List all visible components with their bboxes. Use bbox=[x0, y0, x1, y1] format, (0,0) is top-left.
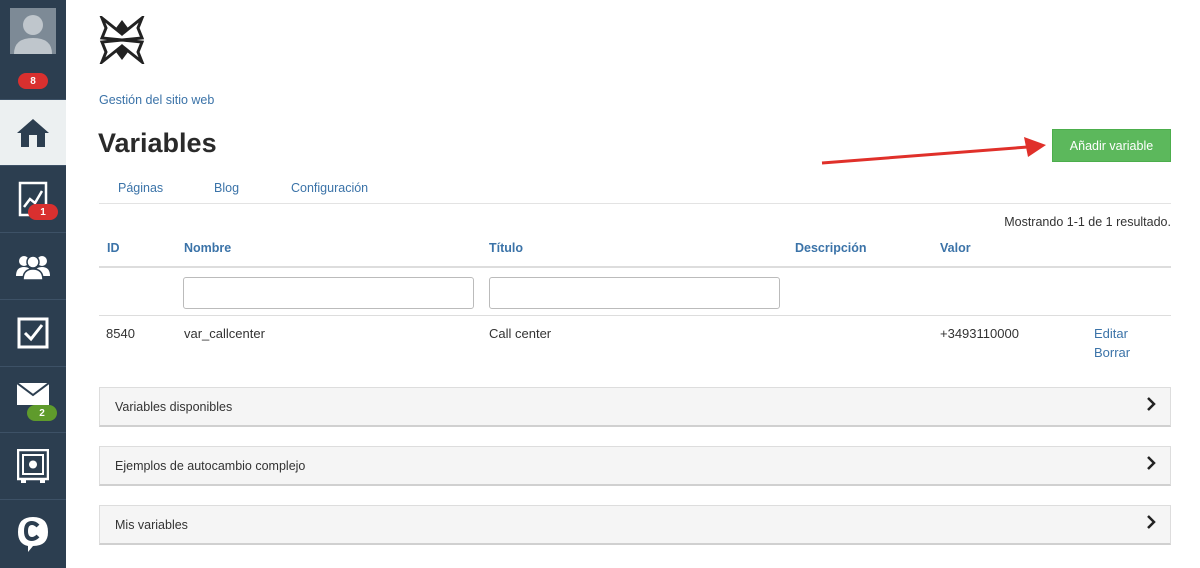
edit-link[interactable]: Editar bbox=[1094, 326, 1128, 341]
titulo-filter-input[interactable] bbox=[489, 277, 780, 309]
checkbox-icon bbox=[17, 317, 49, 349]
header-id[interactable]: ID bbox=[107, 241, 120, 255]
results-summary: Mostrando 1-1 de 1 resultado. bbox=[1004, 215, 1171, 229]
table-header: ID Nombre Título Descripción Valor bbox=[99, 232, 1171, 268]
sidebar-item-reports[interactable]: 1 bbox=[0, 166, 66, 233]
cell-nombre: var_callcenter bbox=[184, 326, 265, 341]
cell-titulo: Call center bbox=[489, 326, 552, 341]
user-avatar-icon bbox=[10, 8, 56, 54]
chat-logo-icon bbox=[18, 517, 48, 552]
brand-logo bbox=[99, 16, 145, 64]
add-variable-button[interactable]: Añadir variable bbox=[1052, 129, 1171, 162]
sidebar-item-tasks[interactable] bbox=[0, 300, 66, 367]
sidebar-item-chat[interactable] bbox=[0, 500, 66, 568]
chevron-right-icon bbox=[1147, 515, 1156, 529]
chevron-right-icon bbox=[1147, 397, 1156, 411]
notification-badge: 8 bbox=[18, 73, 48, 89]
panel-available-variables[interactable]: Variables disponibles bbox=[99, 387, 1171, 427]
tab-bar: Páginas Blog Configuración bbox=[99, 180, 1171, 204]
sidebar: 8 1 2 bbox=[0, 0, 66, 568]
breadcrumb[interactable]: Gestión del sitio web bbox=[99, 93, 214, 107]
panel-label: Mis variables bbox=[115, 518, 188, 532]
variables-table: ID Nombre Título Descripción Valor 8540 … bbox=[99, 232, 1171, 371]
tab-settings[interactable]: Configuración bbox=[291, 181, 368, 195]
sidebar-profile[interactable]: 8 bbox=[0, 0, 66, 100]
main-content: Gestión del sitio web Variables Añadir v… bbox=[66, 0, 1200, 568]
safe-icon bbox=[17, 449, 49, 483]
sidebar-item-home[interactable] bbox=[0, 100, 66, 166]
panel-autochange-examples[interactable]: Ejemplos de autocambio complejo bbox=[99, 446, 1171, 486]
mail-icon bbox=[17, 382, 49, 405]
mail-badge: 2 bbox=[27, 405, 57, 421]
cell-id: 8540 bbox=[106, 326, 135, 341]
nombre-filter-input[interactable] bbox=[183, 277, 474, 309]
users-icon bbox=[16, 255, 50, 280]
cell-valor: +3493110000 bbox=[940, 326, 1019, 341]
filter-row bbox=[99, 268, 1171, 316]
sidebar-item-contacts[interactable] bbox=[0, 233, 66, 300]
header-titulo[interactable]: Título bbox=[489, 241, 523, 255]
annotation-arrow bbox=[821, 137, 1046, 165]
panel-label: Ejemplos de autocambio complejo bbox=[115, 459, 306, 473]
sidebar-item-mail[interactable]: 2 bbox=[0, 367, 66, 433]
table-row: 8540 var_callcenter Call center +3493110… bbox=[99, 316, 1171, 371]
tab-pages[interactable]: Páginas bbox=[118, 181, 163, 195]
delete-link[interactable]: Borrar bbox=[1094, 345, 1130, 360]
panel-label: Variables disponibles bbox=[115, 400, 233, 414]
home-icon bbox=[17, 118, 49, 147]
sidebar-item-safe[interactable] bbox=[0, 433, 66, 500]
header-descripcion[interactable]: Descripción bbox=[795, 241, 867, 255]
reports-badge: 1 bbox=[28, 204, 58, 220]
header-valor[interactable]: Valor bbox=[940, 241, 971, 255]
header-nombre[interactable]: Nombre bbox=[184, 241, 231, 255]
chevron-right-icon bbox=[1147, 456, 1156, 470]
tab-blog[interactable]: Blog bbox=[214, 181, 239, 195]
page-title: Variables bbox=[98, 128, 217, 158]
panel-my-variables[interactable]: Mis variables bbox=[99, 505, 1171, 545]
